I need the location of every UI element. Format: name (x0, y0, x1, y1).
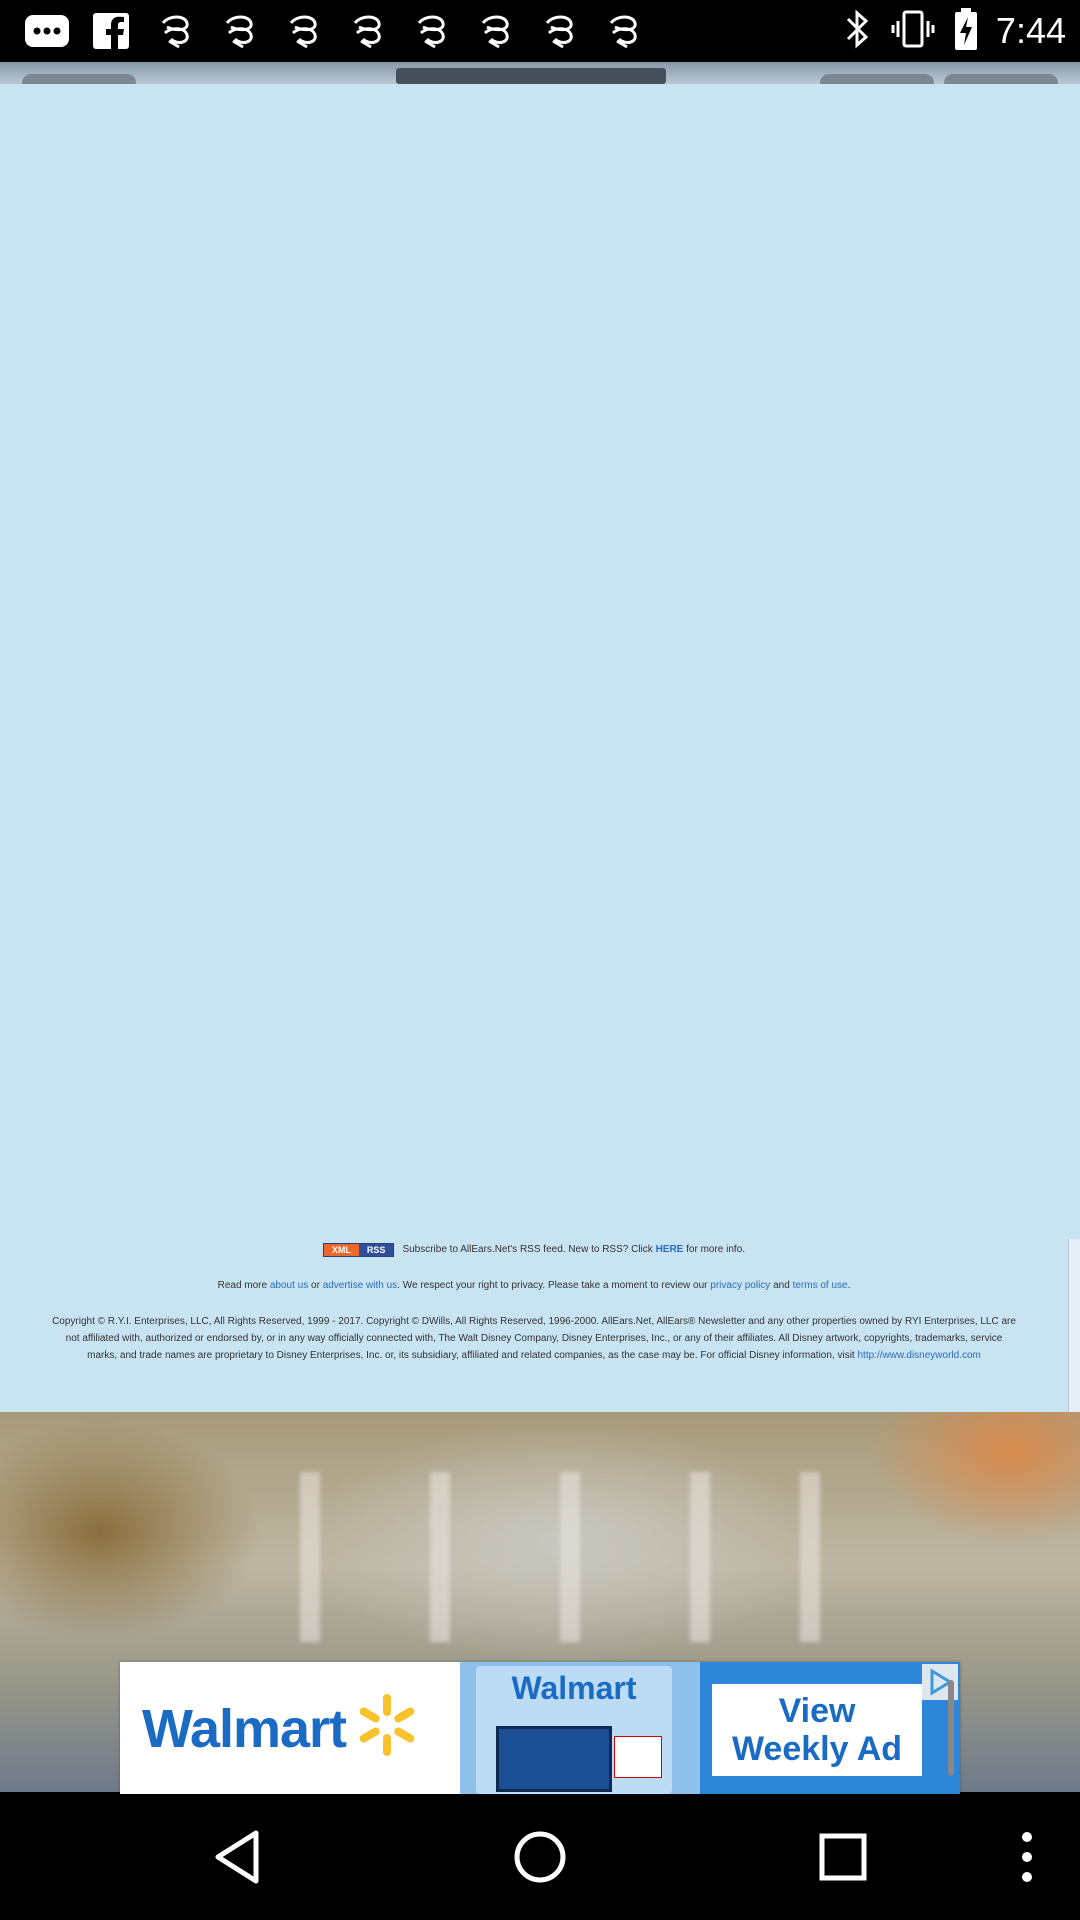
ad-image-panel: Walmart (460, 1662, 700, 1794)
copyright-text: Copyright © R.Y.I. Enterprises, LLC, All… (52, 1316, 1016, 1361)
notification-icons (22, 8, 648, 54)
tv-image (496, 1726, 612, 1792)
recents-icon[interactable] (810, 1824, 876, 1890)
back-icon[interactable] (204, 1824, 270, 1890)
read-more-line: Read more about us or advertise with us.… (217, 1280, 851, 1291)
spiral-notification-icon (598, 8, 648, 54)
spiral-notification-icon (150, 8, 200, 54)
more-dots-icon (22, 8, 72, 54)
ad-flyer-title: Walmart (511, 1670, 637, 1706)
rss-badge[interactable]: XML RSS (322, 1242, 395, 1257)
disney-world-link[interactable]: http://www.disneyworld.com (857, 1350, 980, 1361)
status-bar: 7:44 (0, 0, 1080, 62)
site-logo[interactable] (396, 68, 666, 84)
spiral-notification-icon (470, 8, 520, 54)
spiral-notification-icon (406, 8, 456, 54)
view-weekly-ad-button[interactable]: View Weekly Ad (712, 1684, 922, 1776)
site-header (0, 62, 1080, 92)
battery-charging-icon (954, 7, 978, 56)
ad-brand-panel: Walmart (120, 1662, 460, 1794)
clock: 7:44 (995, 10, 1066, 51)
ad-cta-panel: View Weekly Ad (700, 1662, 960, 1794)
spiral-notification-icon (278, 8, 328, 54)
system-status: 7:44 (844, 0, 1066, 62)
web-content[interactable]: XML RSS Subscribe to AllEars.Net's RSS f… (0, 62, 1080, 1792)
terms-of-use-link[interactable]: terms of use (793, 1280, 848, 1291)
rss-here-link[interactable]: HERE (656, 1244, 684, 1255)
vibrate-icon (890, 9, 936, 54)
privacy-policy-link[interactable]: privacy policy (710, 1280, 770, 1291)
spiral-notification-icon (214, 8, 264, 54)
navigation-bar (0, 1794, 1080, 1920)
bluetooth-icon (844, 9, 872, 54)
about-us-link[interactable]: about us (270, 1280, 308, 1291)
ad-scroll-indicator (948, 1680, 954, 1776)
overflow-menu-icon[interactable] (994, 1824, 1060, 1890)
page-footer: XML RSS Subscribe to AllEars.Net's RSS f… (0, 1241, 1068, 1364)
walmart-spark-icon (359, 1694, 415, 1756)
spiral-notification-icon (342, 8, 392, 54)
facebook-icon (86, 8, 136, 54)
rss-row: XML RSS Subscribe to AllEars.Net's RSS f… (0, 1241, 1068, 1258)
content-panel: XML RSS Subscribe to AllEars.Net's RSS f… (0, 84, 1068, 1412)
spiral-notification-icon (534, 8, 584, 54)
walmart-ad-banner[interactable]: Walmart Walmart View Weekly Ad (120, 1662, 960, 1794)
rss-text: Subscribe to AllEars.Net's RSS feed. New… (402, 1244, 746, 1255)
advertise-link[interactable]: advertise with us (323, 1280, 397, 1291)
ad-brand-name: Walmart (142, 1699, 347, 1759)
home-icon[interactable] (507, 1824, 573, 1890)
page-edge (1068, 1239, 1080, 1412)
price-tag (614, 1736, 662, 1778)
